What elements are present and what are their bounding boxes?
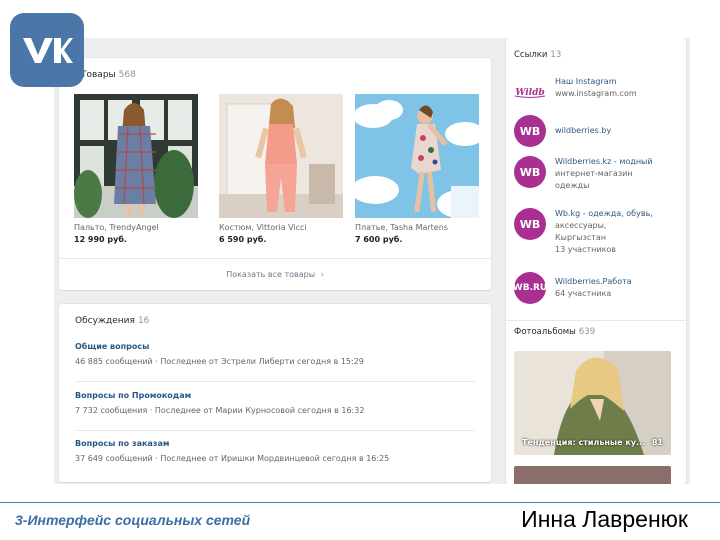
divider	[75, 381, 475, 382]
author-name: Инна Лавренюк	[521, 506, 688, 532]
goods-title: Товары	[81, 70, 116, 80]
wb-ru-avatar-icon[interactable]: WB.RU	[513, 272, 547, 304]
divider	[75, 430, 475, 431]
link-title[interactable]: wildberries.by	[555, 125, 611, 137]
product-photo-suit[interactable]	[219, 94, 343, 218]
product-photo-dress[interactable]	[355, 94, 479, 218]
vk-logo-icon	[10, 13, 84, 87]
albums-header[interactable]: Фотоальбомы 639	[514, 327, 595, 337]
link-item[interactable]: WB wildberries.by	[514, 115, 684, 147]
topic-message-count: 37 649 сообщений	[75, 454, 153, 463]
topic-meta: 46 885 сообщений · Последнее от Эстрели …	[75, 357, 364, 366]
topic-message-count: 46 885 сообщений	[75, 357, 153, 366]
discussions-block: Обсуждения 16 Общие вопросы 46 885 сообще…	[59, 304, 491, 482]
product-price: 6 590 руб.	[219, 235, 267, 244]
link-title[interactable]: Наш Instagram	[555, 76, 637, 88]
product-name[interactable]: Костюм, Vittoria Vicci	[219, 223, 343, 232]
show-all-goods-link[interactable]: Показать все товары ›	[59, 270, 491, 279]
link-item[interactable]: WB Wb.kg - одежда, обувь, аксессуары, Кы…	[514, 208, 684, 256]
discussions-count: 16	[137, 316, 150, 326]
goods-item[interactable]: Платье, Tasha Martens 7 600 руб.	[355, 94, 479, 244]
goods-header[interactable]: Товары 568	[81, 70, 136, 80]
link-item[interactable]: WB Wildberries.kz - модный интернет-мага…	[514, 156, 684, 192]
link-subtitle: интернет-магазин	[555, 169, 633, 178]
discussion-topic[interactable]: Вопросы по заказам 37 649 сообщений · По…	[75, 439, 475, 463]
discussions-title: Обсуждения	[75, 316, 135, 326]
links-header[interactable]: Ссылки 13	[514, 50, 561, 60]
course-title: 3-Интерфейс социальных сетей	[15, 512, 251, 528]
sidebar: Ссылки 13 Wildb Наш Instagram www.instagr…	[506, 38, 686, 484]
album-thumbnail[interactable]	[514, 466, 671, 484]
topic-title[interactable]: Вопросы по заказам	[75, 439, 475, 448]
topic-title[interactable]: Общие вопросы	[75, 342, 475, 351]
product-price: 7 600 руб.	[355, 235, 403, 244]
link-item[interactable]: WB.RU Wildberries.Работа 64 участника	[513, 272, 684, 304]
wb-avatar-icon[interactable]: WB	[514, 156, 546, 188]
discussion-topic[interactable]: Общие вопросы 46 885 сообщений · Последн…	[75, 342, 475, 366]
topic-message-count: 7 732 сообщения	[75, 406, 148, 415]
topic-last-post[interactable]: Последнее от Иришки Мордвинцевой сегодня…	[160, 454, 389, 463]
album-title: Тенденция: стильные ку...	[522, 438, 646, 447]
topic-last-post[interactable]: Последнее от Марии Курносовой сегодня в …	[155, 406, 365, 415]
topic-meta: 37 649 сообщений · Последнее от Иришки М…	[75, 454, 390, 463]
show-all-goods-label: Показать все товары	[226, 270, 316, 279]
link-subtitle: Кыргызстан	[555, 233, 607, 242]
link-subtitle: одежды	[555, 181, 590, 190]
product-photo-coat[interactable]	[74, 94, 198, 218]
wb-avatar-icon[interactable]: WB	[514, 115, 546, 147]
links-title: Ссылки	[514, 50, 548, 60]
discussion-topic[interactable]: Вопросы по Промокодам 7 732 сообщения · …	[75, 391, 475, 415]
link-title[interactable]: Wb.kg - одежда, обувь,	[555, 208, 653, 220]
topic-title[interactable]: Вопросы по Промокодам	[75, 391, 475, 400]
goods-count: 568	[118, 70, 136, 80]
album-caption: Тенденция: стильные ку... 81	[522, 438, 663, 447]
albums-count: 639	[578, 327, 596, 337]
product-name[interactable]: Пальто, TrendyAngel	[74, 223, 198, 232]
product-name[interactable]: Платье, Tasha Martens	[355, 223, 479, 232]
goods-block: Товары 568 Пальто, TrendyAngel 12 990 ру…	[59, 58, 491, 290]
links-count: 13	[550, 50, 562, 60]
wb-avatar-icon[interactable]: WB	[514, 208, 546, 240]
link-item[interactable]: Wildb Наш Instagram www.instagram.com	[514, 76, 684, 108]
goods-item[interactable]: Пальто, TrendyAngel 12 990 руб.	[74, 94, 198, 244]
link-members: 13 участников	[555, 245, 617, 254]
divider	[59, 258, 491, 259]
album-thumbnail[interactable]: Тенденция: стильные ку... 81	[514, 351, 671, 455]
link-title[interactable]: Wildberries.Работа	[555, 276, 632, 288]
vk-group-page: Товары 568 Пальто, TrendyAngel 12 990 ру…	[54, 38, 690, 484]
goods-item[interactable]: Костюм, Vittoria Vicci 6 590 руб.	[219, 94, 343, 244]
topic-last-post[interactable]: Последнее от Эстрели Либерти сегодня в 1…	[160, 357, 364, 366]
product-price: 12 990 руб.	[74, 235, 127, 244]
album-photo-count: 81	[651, 438, 663, 447]
instagram-avatar-icon[interactable]: Wildb	[514, 76, 546, 108]
albums-title: Фотоальбомы	[514, 327, 576, 337]
chevron-right-icon: ›	[320, 270, 324, 279]
discussions-header[interactable]: Обсуждения 16	[75, 316, 149, 326]
divider	[506, 320, 686, 321]
link-subtitle: аксессуары,	[555, 221, 607, 230]
link-title[interactable]: Wildberries.kz - модный	[555, 156, 653, 168]
link-members: 64 участника	[555, 289, 612, 298]
footer-divider	[0, 502, 720, 503]
topic-meta: 7 732 сообщения · Последнее от Марии Кур…	[75, 406, 365, 415]
link-subtitle: www.instagram.com	[555, 89, 637, 98]
